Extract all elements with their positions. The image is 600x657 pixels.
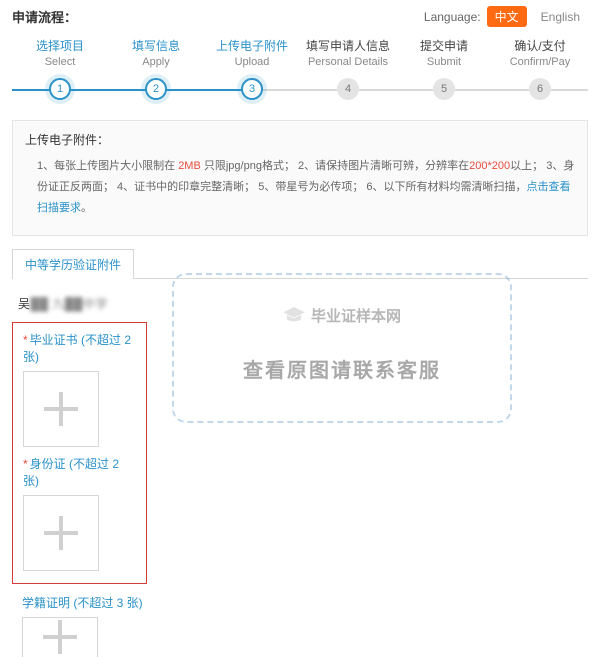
applicant-name: 吴██ 九██中学 bbox=[12, 291, 588, 316]
step-circle-5[interactable]: 5 bbox=[433, 78, 455, 100]
instruction-text: 1、每张上传图片大小限制在 2MB 只限jpg/png格式； 2、请保持图片清晰… bbox=[25, 156, 575, 219]
step-4-en: Personal Details bbox=[300, 56, 396, 68]
instruction-panel: 上传电子附件： 1、每张上传图片大小限制在 2MB 只限jpg/png格式； 2… bbox=[12, 120, 588, 236]
step-1-en: Select bbox=[12, 56, 108, 68]
step-3-en: Upload bbox=[204, 56, 300, 68]
limit-size: 2MB bbox=[178, 160, 201, 172]
group-id-title: *身份证 (不超过 2 张) bbox=[23, 455, 136, 489]
step-circle-3[interactable]: 3 bbox=[241, 78, 263, 100]
language-label: Language: bbox=[424, 10, 481, 24]
tab-attachments[interactable]: 中等学历验证附件 bbox=[12, 249, 134, 279]
step-6-en: Confirm/Pay bbox=[492, 56, 588, 68]
plus-icon bbox=[43, 620, 77, 654]
step-4-cn: 填写申请人信息 bbox=[300, 37, 396, 54]
plus-icon bbox=[44, 516, 78, 550]
step-circle-4[interactable]: 4 bbox=[337, 78, 359, 100]
step-labels: 选择项目 Select 填写信息 Apply 上传电子附件 Upload 填写申请人信… bbox=[0, 27, 600, 68]
step-circle-2[interactable]: 2 bbox=[145, 78, 167, 100]
watermark-line2: 查看原图请联系客服 bbox=[243, 354, 441, 383]
plus-icon bbox=[44, 392, 78, 426]
step-track: 1 2 3 4 5 6 bbox=[12, 78, 588, 102]
step-1-cn: 选择项目 bbox=[12, 37, 108, 54]
step-circle-1[interactable]: 1 bbox=[49, 78, 71, 100]
step-3-cn: 上传电子附件 bbox=[204, 37, 300, 54]
required-star-icon: * bbox=[23, 457, 28, 471]
step-2-en: Apply bbox=[108, 56, 204, 68]
lang-en-button[interactable]: English bbox=[533, 8, 588, 26]
group-xueji-title: 学籍证明 (不超过 3 张) bbox=[22, 594, 588, 611]
upload-diploma[interactable] bbox=[23, 371, 99, 447]
group-diploma-title: *毕业证书 (不超过 2 张) bbox=[23, 331, 136, 365]
step-5-cn: 提交申请 bbox=[396, 37, 492, 54]
upload-id[interactable] bbox=[23, 495, 99, 571]
limit-res: 200*200 bbox=[469, 160, 510, 172]
tab-bar: 中等学历验证附件 bbox=[12, 248, 588, 279]
step-6-cn: 确认/支付 bbox=[492, 37, 588, 54]
required-group-box: *毕业证书 (不超过 2 张) *身份证 (不超过 2 张) bbox=[12, 322, 147, 584]
upload-xueji[interactable] bbox=[22, 617, 98, 657]
step-5-en: Submit bbox=[396, 56, 492, 68]
instruction-title: 上传电子附件： bbox=[25, 131, 575, 148]
required-star-icon: * bbox=[23, 333, 28, 347]
page-title: 申请流程： bbox=[12, 7, 77, 26]
lang-zh-button[interactable]: 中文 bbox=[487, 6, 527, 27]
step-circle-6[interactable]: 6 bbox=[529, 78, 551, 100]
step-2-cn: 填写信息 bbox=[108, 37, 204, 54]
language-switch: Language: 中文 English bbox=[424, 6, 588, 27]
